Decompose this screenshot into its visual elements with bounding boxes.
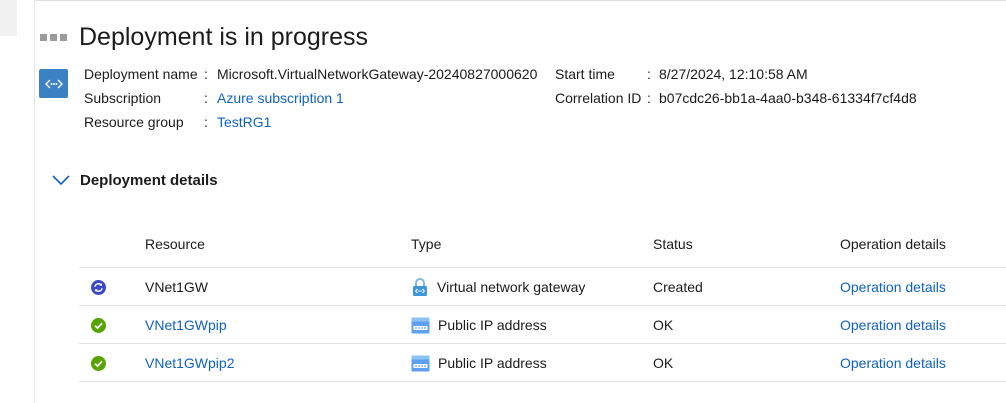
- page-header: Deployment is in progress: [40, 22, 368, 52]
- deployment-details-table: Resource Type Status Operation details V…: [79, 224, 1006, 382]
- info-label: Resource group: [84, 114, 184, 130]
- info-row-deployment-name: Deployment name : Microsoft.VirtualNetwo…: [84, 62, 537, 86]
- success-check-icon: [91, 355, 106, 371]
- deployment-details-title: Deployment details: [80, 171, 218, 189]
- table-row: VNet1GW Virtual network gateway Created …: [79, 268, 1006, 306]
- column-header-resource[interactable]: Resource: [145, 236, 205, 252]
- table-row: VNet1GWpip Public IP address OK Operatio…: [79, 306, 1006, 344]
- correlation-id-value: b07cdc26-bb1a-4aa0-b348-61334f7cf4d8: [659, 90, 917, 106]
- info-row-start-time: Start time : 8/27/2024, 12:10:58 AM: [555, 62, 917, 86]
- resource-status: OK: [653, 317, 674, 333]
- resource-type: Virtual network gateway: [437, 279, 586, 295]
- info-label: Correlation ID: [555, 90, 642, 106]
- column-header-status[interactable]: Status: [653, 236, 693, 252]
- operation-details-link[interactable]: Operation details: [840, 268, 946, 306]
- deployment-icon: [39, 69, 68, 98]
- deployment-info-left: Deployment name : Microsoft.VirtualNetwo…: [84, 62, 537, 134]
- operation-details-link[interactable]: Operation details: [840, 306, 946, 344]
- operation-details-link[interactable]: Operation details: [840, 344, 946, 382]
- deployment-details-toggle[interactable]: Deployment details: [52, 168, 218, 192]
- deployment-name-value: Microsoft.VirtualNetworkGateway-20240827…: [217, 66, 538, 82]
- info-colon: :: [647, 90, 651, 106]
- left-panel-edge: [0, 0, 17, 36]
- resource-name-link[interactable]: VNet1GWpip: [145, 306, 227, 344]
- public-ip-icon: [411, 317, 430, 333]
- resource-name: VNet1GW: [145, 279, 209, 295]
- info-label: Subscription: [84, 90, 162, 106]
- more-dots-icon[interactable]: [40, 33, 67, 41]
- info-colon: :: [204, 114, 208, 130]
- info-colon: :: [647, 66, 651, 82]
- info-label: Start time: [555, 66, 615, 82]
- success-check-icon: [91, 317, 106, 333]
- info-row-subscription: Subscription : Azure subscription 1: [84, 86, 537, 110]
- start-time-value: 8/27/2024, 12:10:58 AM: [659, 66, 808, 82]
- top-divider: [35, 0, 1006, 1]
- panel-divider: [34, 0, 35, 403]
- info-row-correlation-id: Correlation ID : b07cdc26-bb1a-4aa0-b348…: [555, 86, 917, 110]
- resource-type: Public IP address: [438, 355, 547, 371]
- public-ip-icon: [411, 355, 430, 371]
- chevron-down-icon: [52, 175, 70, 185]
- resource-group-link[interactable]: TestRG1: [217, 110, 271, 134]
- page-title: Deployment is in progress: [79, 22, 369, 51]
- in-progress-icon: [91, 279, 106, 295]
- resource-status: OK: [653, 355, 674, 371]
- subscription-link[interactable]: Azure subscription 1: [217, 86, 344, 110]
- info-colon: :: [204, 66, 208, 82]
- resource-name-link[interactable]: VNet1GWpip2: [145, 344, 234, 382]
- info-colon: :: [204, 90, 208, 106]
- column-header-operation-details[interactable]: Operation details: [840, 236, 946, 252]
- deployment-info-right: Start time : 8/27/2024, 12:10:58 AM Corr…: [555, 62, 917, 110]
- table-header: Resource Type Status Operation details: [79, 224, 1006, 268]
- virtual-network-gateway-icon: [413, 278, 427, 296]
- info-row-resource-group: Resource group : TestRG1: [84, 110, 537, 134]
- info-label: Deployment name: [84, 66, 198, 82]
- table-row: VNet1GWpip2 Public IP address OK Operati…: [79, 344, 1006, 382]
- resource-status: Created: [653, 279, 703, 295]
- column-header-type[interactable]: Type: [411, 236, 441, 252]
- resource-type: Public IP address: [438, 317, 547, 333]
